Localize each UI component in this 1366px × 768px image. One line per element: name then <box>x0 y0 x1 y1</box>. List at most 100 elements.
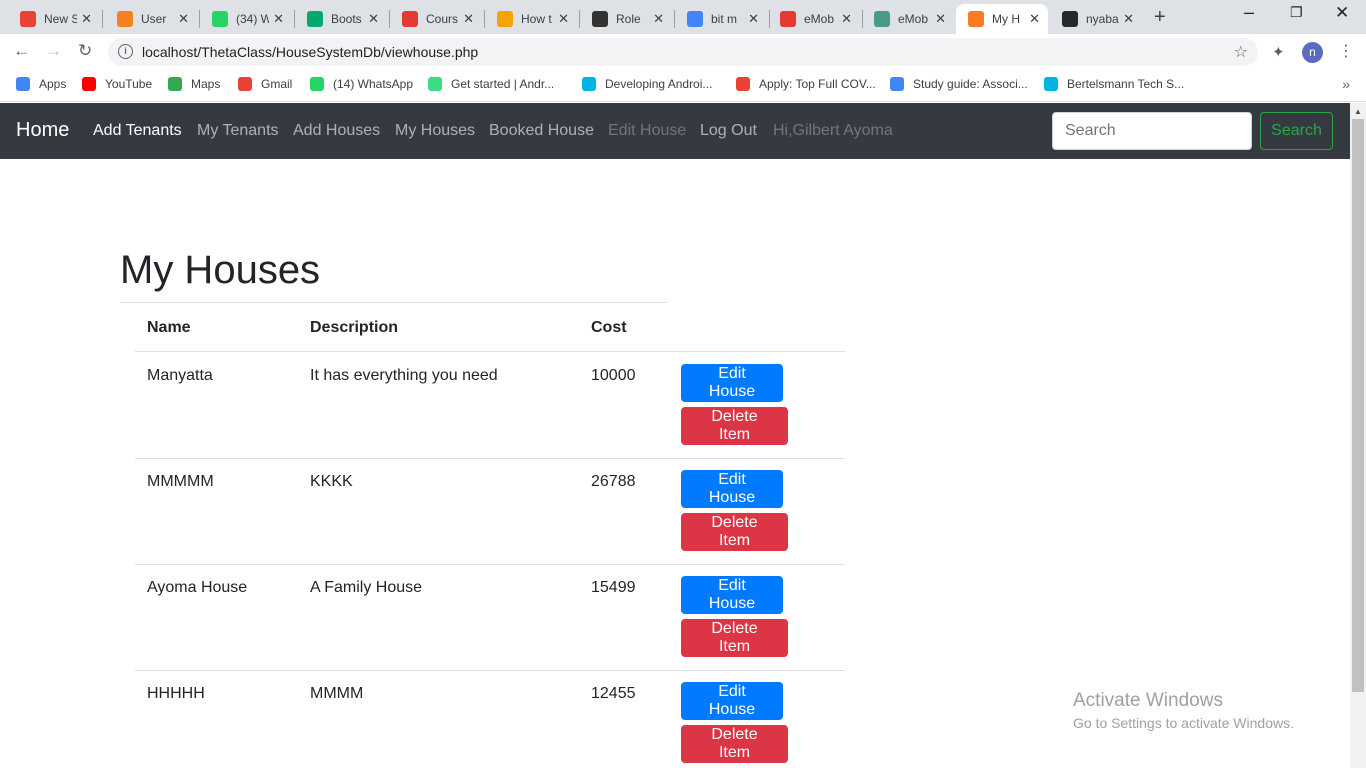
tab-close-icon[interactable]: ✕ <box>748 11 759 27</box>
browser-tab[interactable]: Role ✕ <box>580 4 672 34</box>
url-text[interactable]: localhost/ThetaClass/HouseSystemDb/viewh… <box>142 44 478 60</box>
google-icon <box>687 11 703 27</box>
reload-icon[interactable]: ↻ <box>78 41 92 61</box>
nav-link-my-houses[interactable]: My Houses <box>395 122 475 140</box>
menu-kebab-icon[interactable]: ⋮ <box>1338 41 1354 61</box>
bookmark-star-icon[interactable]: ☆ <box>1234 42 1248 62</box>
browser-tab[interactable]: nyaba ✕ <box>1050 4 1142 34</box>
tab-title: Cours <box>426 12 459 26</box>
tab-title: My H <box>992 12 1020 26</box>
activate-windows-watermark: Activate Windows Go to Settings to activ… <box>1073 690 1294 731</box>
bookmark-item[interactable]: Get started | Andr... <box>428 77 554 91</box>
browser-tab[interactable]: Cours ✕ <box>390 4 482 34</box>
nav-link-booked-house[interactable]: Booked House <box>489 122 594 140</box>
bookmark-item[interactable]: Developing Androi... <box>582 77 712 91</box>
bookmarks-overflow-icon[interactable]: » <box>1342 76 1350 92</box>
whatsapp-icon <box>212 11 228 27</box>
tab-separator <box>102 10 103 28</box>
tab-close-icon[interactable]: ✕ <box>935 11 946 27</box>
page-scrollbar[interactable]: ▲ <box>1350 103 1366 768</box>
tab-title: (34) W <box>236 12 270 26</box>
browser-tab[interactable]: eMob ✕ <box>768 4 860 34</box>
browser-tab[interactable]: eMob ✕ <box>862 4 954 34</box>
profile-avatar[interactable]: n <box>1302 42 1323 63</box>
bookmark-label: Apply: Top Full COV... <box>759 77 876 91</box>
edit-house-button[interactable]: Edit House <box>681 682 783 720</box>
browser-tab[interactable]: New S ✕ <box>8 4 100 34</box>
address-bar[interactable]: i localhost/ThetaClass/HouseSystemDb/vie… <box>108 38 1258 66</box>
tab-close-icon[interactable]: ✕ <box>463 11 474 27</box>
bookmark-item[interactable]: Gmail <box>238 77 292 91</box>
edit-house-button[interactable]: Edit House <box>681 576 783 614</box>
restore-icon[interactable]: ❐ <box>1290 4 1303 21</box>
back-icon[interactable]: ← <box>13 41 30 61</box>
tab-close-icon[interactable]: ✕ <box>178 11 189 27</box>
new-tab-icon[interactable]: + <box>1154 6 1166 29</box>
page-title: My Houses <box>120 248 321 292</box>
bookmark-item[interactable]: Apply: Top Full COV... <box>736 77 876 91</box>
cell-cost: 15499 <box>591 579 636 596</box>
extensions-icon[interactable]: ✦ <box>1272 43 1285 61</box>
role-icon <box>592 11 608 27</box>
cell-cost: 10000 <box>591 367 636 384</box>
tab-title: Boots <box>331 12 362 26</box>
site-info-icon[interactable]: i <box>118 44 133 59</box>
android-icon <box>428 77 442 91</box>
emobilis-globe-icon <box>874 11 890 27</box>
tab-title: New S <box>44 12 78 26</box>
browser-tab[interactable]: (34) W ✕ <box>200 4 292 34</box>
edit-house-button[interactable]: Edit House <box>681 470 783 508</box>
nav-link-add-tenants[interactable]: Add Tenants <box>93 122 182 140</box>
tab-close-icon[interactable]: ✕ <box>653 11 664 27</box>
delete-item-button[interactable]: Delete Item <box>681 513 788 551</box>
nav-brand-home[interactable]: Home <box>16 119 69 142</box>
bookmark-label: Apps <box>39 77 67 91</box>
cell-cost: 26788 <box>591 473 636 490</box>
gmail-icon <box>736 77 750 91</box>
xampp-icon <box>968 11 984 27</box>
tab-close-icon[interactable]: ✕ <box>81 11 92 27</box>
bookmark-item[interactable]: Bertelsmann Tech S... <box>1044 77 1184 91</box>
tab-close-icon[interactable]: ✕ <box>1029 11 1040 27</box>
tab-close-icon[interactable]: ✕ <box>841 11 852 27</box>
search-input[interactable] <box>1052 112 1252 150</box>
cell-name: MMMMM <box>147 473 214 490</box>
nav-link-my-tenants[interactable]: My Tenants <box>197 122 279 140</box>
nav-link-log-out[interactable]: Log Out <box>700 122 757 140</box>
bookmark-item[interactable]: Apps <box>16 77 66 91</box>
bookmark-item[interactable]: Study guide: Associ... <box>890 77 1028 91</box>
edit-house-button[interactable]: Edit House <box>681 364 783 402</box>
bookmark-label: YouTube <box>105 77 153 91</box>
bookmark-item[interactable]: Maps <box>168 77 220 91</box>
nav-link-add-houses[interactable]: Add Houses <box>293 122 380 140</box>
search-button[interactable]: Search <box>1260 112 1333 150</box>
bookmark-item[interactable]: YouTube <box>82 77 152 91</box>
delete-item-button[interactable]: Delete Item <box>681 407 788 445</box>
close-window-icon[interactable]: ✕ <box>1335 3 1349 23</box>
browser-tab[interactable]: Boots ✕ <box>295 4 387 34</box>
udacity-icon <box>1044 77 1058 91</box>
cell-description: It has everything you need <box>310 367 498 384</box>
forward-icon[interactable]: → <box>45 41 62 61</box>
column-header-description: Description <box>310 319 399 336</box>
browser-tab[interactable]: User ✕ <box>105 4 197 34</box>
row-divider <box>135 564 845 565</box>
minimize-icon[interactable]: – <box>1244 2 1254 23</box>
delete-item-button[interactable]: Delete Item <box>681 619 788 657</box>
scroll-thumb[interactable] <box>1352 119 1364 692</box>
browser-tab[interactable]: bit m ✕ <box>675 4 767 34</box>
tab-close-icon[interactable]: ✕ <box>368 11 379 27</box>
tab-close-icon[interactable]: ✕ <box>558 11 569 27</box>
browser-tab[interactable]: My H ✕ <box>956 4 1048 34</box>
title-divider <box>120 302 668 303</box>
gmail-icon <box>238 77 252 91</box>
apps-grid-icon <box>16 77 30 91</box>
tab-close-icon[interactable]: ✕ <box>273 11 284 27</box>
browser-tab[interactable]: How t ✕ <box>485 4 577 34</box>
delete-item-button[interactable]: Delete Item <box>681 725 788 763</box>
tab-close-icon[interactable]: ✕ <box>1123 11 1134 27</box>
bookmark-item[interactable]: (14) WhatsApp <box>310 77 413 91</box>
scroll-up-arrow-icon[interactable]: ▲ <box>1354 107 1362 116</box>
tab-title: How t <box>521 12 552 26</box>
tab-title: Role <box>616 12 641 26</box>
